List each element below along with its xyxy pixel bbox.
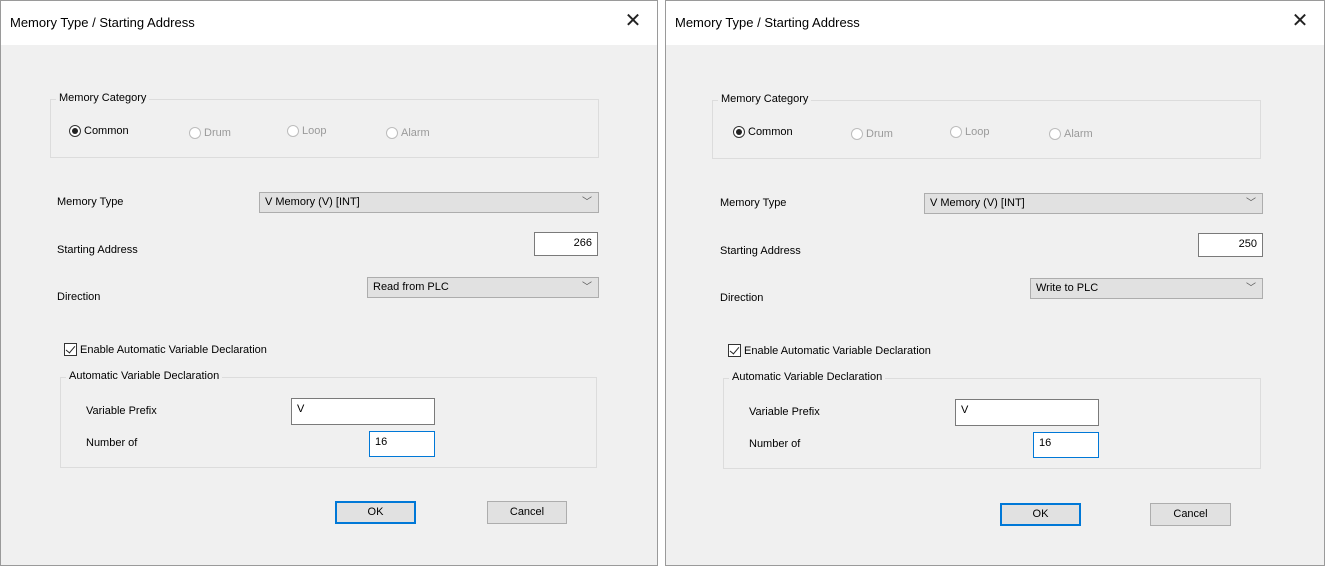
memory-type-dialog-right: Memory Type / Starting Address ✕ Memory …: [665, 0, 1325, 566]
starting-address-label: Starting Address: [720, 245, 801, 257]
radio-loop[interactable]: Loop: [950, 126, 989, 138]
enable-auto-declaration-label: Enable Automatic Variable Declaration: [744, 344, 931, 357]
direction-select[interactable]: Read from PLC ﹀: [367, 277, 599, 298]
auto-declaration-group: Automatic Variable Declaration Variable …: [60, 370, 597, 468]
auto-declaration-legend: Automatic Variable Declaration: [729, 371, 886, 383]
auto-declaration-group: Automatic Variable Declaration Variable …: [723, 371, 1261, 469]
variable-prefix-label: Variable Prefix: [86, 405, 157, 417]
chevron-down-icon: ﹀: [1246, 283, 1256, 294]
enable-auto-declaration-label: Enable Automatic Variable Declaration: [80, 343, 267, 356]
direction-select[interactable]: Write to PLC ﹀: [1030, 278, 1263, 299]
variable-prefix-input[interactable]: V: [291, 398, 435, 425]
cancel-button[interactable]: Cancel: [487, 501, 567, 524]
close-icon[interactable]: ✕: [1290, 11, 1310, 31]
memory-type-value: V Memory (V) [INT]: [265, 196, 360, 208]
checkmark-icon: [728, 344, 741, 357]
chevron-down-icon: ﹀: [582, 282, 592, 293]
number-of-input[interactable]: 16: [1033, 432, 1099, 458]
dialog-title: Memory Type / Starting Address: [675, 15, 860, 30]
radio-label: Alarm: [401, 127, 430, 139]
starting-address-input[interactable]: 250: [1198, 233, 1263, 257]
ok-button[interactable]: OK: [1000, 503, 1081, 526]
chevron-down-icon: ﹀: [582, 197, 592, 208]
title-bar: Memory Type / Starting Address ✕: [1, 1, 657, 45]
radio-label: Loop: [965, 126, 990, 138]
title-bar: Memory Type / Starting Address ✕: [666, 1, 1324, 45]
enable-auto-declaration-checkbox[interactable]: Enable Automatic Variable Declaration: [728, 344, 931, 357]
memory-type-select[interactable]: V Memory (V) [INT] ﹀: [259, 192, 599, 213]
checkmark-icon: [64, 343, 77, 356]
direction-value: Write to PLC: [1036, 282, 1099, 294]
auto-declaration-legend: Automatic Variable Declaration: [66, 370, 223, 382]
memory-type-dialog-left: Memory Type / Starting Address ✕ Memory …: [0, 0, 658, 566]
memory-type-label: Memory Type: [720, 197, 787, 209]
radio-alarm[interactable]: Alarm: [1049, 128, 1093, 140]
variable-prefix-input[interactable]: V: [955, 399, 1099, 426]
radio-common[interactable]: Common: [69, 125, 129, 137]
direction-label: Direction: [720, 292, 764, 304]
memory-type-value: V Memory (V) [INT]: [930, 197, 1025, 209]
memory-category-legend: Memory Category: [718, 93, 812, 105]
direction-value: Read from PLC: [373, 281, 449, 293]
ok-button[interactable]: OK: [335, 501, 416, 524]
memory-category-legend: Memory Category: [56, 92, 150, 104]
number-of-label: Number of: [86, 437, 138, 449]
dialog-title: Memory Type / Starting Address: [10, 15, 195, 30]
radio-drum[interactable]: Drum: [189, 127, 231, 139]
radio-label: Loop: [302, 125, 327, 137]
number-of-label: Number of: [749, 438, 801, 450]
memory-type-label: Memory Type: [57, 196, 124, 208]
radio-common[interactable]: Common: [733, 126, 793, 138]
radio-icon: [287, 125, 299, 137]
radio-icon: [386, 127, 398, 139]
radio-alarm[interactable]: Alarm: [386, 127, 430, 139]
radio-selected-icon: [69, 125, 81, 137]
number-of-input[interactable]: 16: [369, 431, 435, 457]
radio-label: Drum: [204, 127, 231, 139]
variable-prefix-label: Variable Prefix: [749, 406, 820, 418]
cancel-button[interactable]: Cancel: [1150, 503, 1231, 526]
memory-type-select[interactable]: V Memory (V) [INT] ﹀: [924, 193, 1263, 214]
radio-drum[interactable]: Drum: [851, 128, 893, 140]
radio-icon: [1049, 128, 1061, 140]
close-icon[interactable]: ✕: [623, 11, 643, 31]
memory-category-group: Memory Category Common Drum Loop Alarm: [712, 93, 1261, 159]
starting-address-label: Starting Address: [57, 244, 138, 256]
radio-selected-icon: [733, 126, 745, 138]
starting-address-input[interactable]: 266: [534, 232, 598, 256]
radio-label: Common: [84, 125, 129, 137]
radio-icon: [851, 128, 863, 140]
radio-icon: [950, 126, 962, 138]
radio-label: Alarm: [1064, 128, 1093, 140]
radio-icon: [189, 127, 201, 139]
radio-label: Common: [748, 126, 793, 138]
chevron-down-icon: ﹀: [1246, 198, 1256, 209]
memory-category-group: Memory Category Common Drum Loop Alarm: [50, 92, 599, 158]
direction-label: Direction: [57, 291, 101, 303]
radio-label: Drum: [866, 128, 893, 140]
radio-loop[interactable]: Loop: [287, 125, 326, 137]
enable-auto-declaration-checkbox[interactable]: Enable Automatic Variable Declaration: [64, 343, 267, 356]
